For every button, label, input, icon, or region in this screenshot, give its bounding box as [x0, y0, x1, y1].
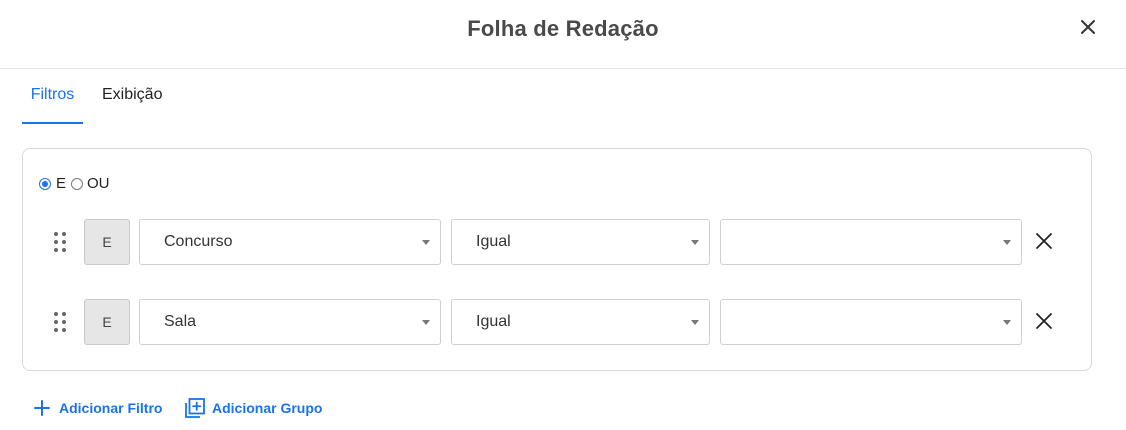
field-select[interactable]: Concurso	[139, 219, 441, 265]
comparison-select-value: Igual	[476, 233, 511, 250]
radio-e-label[interactable]: E	[56, 175, 66, 192]
tab-filtros[interactable]: Filtros	[22, 80, 83, 124]
radio-ou[interactable]	[71, 178, 83, 190]
add-filter-label: Adicionar Filtro	[59, 400, 163, 416]
caret-down-icon	[422, 320, 430, 325]
drag-handle-icon[interactable]	[54, 232, 68, 252]
filter-row: E Concurso Igual	[23, 219, 1093, 265]
caret-down-icon	[691, 240, 699, 245]
plus-icon	[34, 400, 50, 416]
add-group-icon	[185, 398, 205, 418]
radio-e[interactable]	[39, 178, 51, 190]
close-icon	[1081, 20, 1095, 34]
filter-panel: E OU E Concurso Igual E Sala Igual	[22, 148, 1092, 371]
caret-down-icon	[1003, 320, 1011, 325]
value-select[interactable]	[720, 299, 1022, 345]
remove-filter-button[interactable]	[1034, 311, 1054, 331]
dialog-header: Folha de Redação	[0, 0, 1126, 69]
drag-handle-icon[interactable]	[54, 312, 68, 332]
filter-row: E Sala Igual	[23, 299, 1093, 345]
add-group-label: Adicionar Grupo	[212, 400, 323, 416]
caret-down-icon	[422, 240, 430, 245]
row-operator-badge: E	[84, 219, 130, 265]
comparison-select[interactable]: Igual	[451, 219, 710, 265]
tab-exibicao[interactable]: Exibição	[102, 80, 162, 124]
caret-down-icon	[691, 320, 699, 325]
radio-ou-label[interactable]: OU	[87, 175, 110, 192]
field-select[interactable]: Sala	[139, 299, 441, 345]
close-icon	[1036, 313, 1052, 329]
close-button[interactable]	[1076, 15, 1100, 39]
add-group-button[interactable]: Adicionar Grupo	[184, 396, 324, 420]
value-select[interactable]	[720, 219, 1022, 265]
caret-down-icon	[1003, 240, 1011, 245]
field-select-value: Sala	[164, 313, 197, 330]
add-filter-button[interactable]: Adicionar Filtro	[33, 396, 163, 420]
comparison-select-value: Igual	[476, 313, 511, 330]
row-operator-badge: E	[84, 299, 130, 345]
close-icon	[1036, 233, 1052, 249]
remove-filter-button[interactable]	[1034, 231, 1054, 251]
comparison-select[interactable]: Igual	[451, 299, 710, 345]
dialog-title: Folha de Redação	[467, 16, 659, 41]
field-select-value: Concurso	[164, 233, 233, 250]
